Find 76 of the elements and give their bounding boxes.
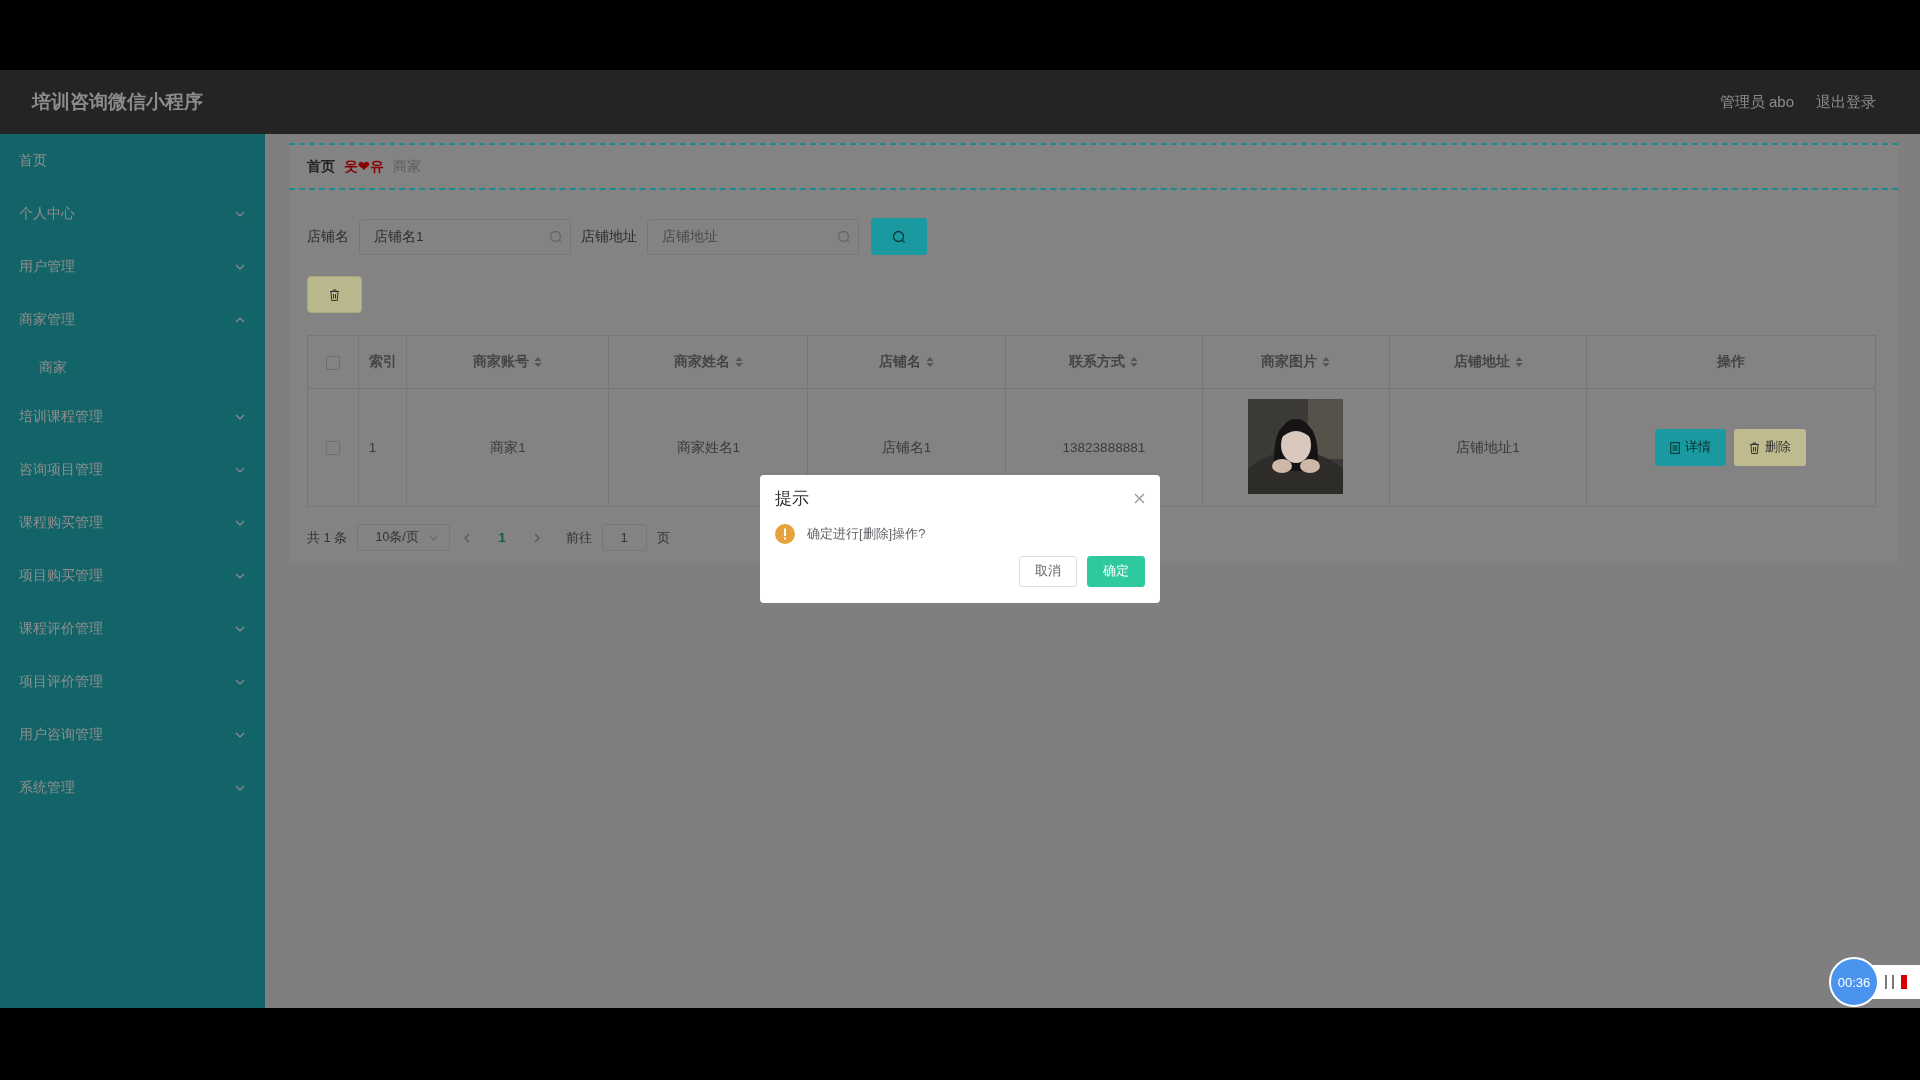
column-header: 商家姓名 <box>673 353 730 371</box>
chevron-down-icon <box>235 784 245 791</box>
sidebar-item[interactable]: 用户咨询管理 <box>0 708 265 761</box>
chevron-down-icon <box>235 519 245 526</box>
sidebar-item[interactable]: 项目购买管理 <box>0 549 265 602</box>
page-suffix: 页 <box>656 528 670 547</box>
delete-button[interactable] <box>307 276 362 313</box>
table-cell: 商家1 <box>490 439 526 455</box>
column-header: 操作 <box>1717 353 1745 371</box>
sidebar-item[interactable]: 系统管理 <box>0 761 265 814</box>
column-header: 店铺地址 <box>1453 353 1510 371</box>
chevron-down-icon <box>235 466 245 473</box>
sidebar-item[interactable]: 咨询项目管理 <box>0 443 265 496</box>
table-cell: 13823888881 <box>1062 440 1146 455</box>
sidebar-item[interactable]: 课程购买管理 <box>0 496 265 549</box>
chevron-up-icon <box>235 316 245 323</box>
sort-icon[interactable] <box>534 356 543 368</box>
close-icon[interactable] <box>1134 493 1145 504</box>
page-size-select[interactable]: 10条/页 <box>357 524 451 551</box>
column-header: 商家账号 <box>473 353 530 371</box>
chevron-down-icon <box>235 678 245 685</box>
column-header: 店铺名 <box>879 353 922 371</box>
sidebar-item[interactable]: 个人中心 <box>0 187 265 240</box>
chevron-down-icon <box>235 413 245 420</box>
breadcrumb-separator: 웃❤유 <box>344 157 384 176</box>
total-count: 共 1 条 <box>307 528 348 547</box>
confirm-button[interactable]: 确定 <box>1087 556 1145 587</box>
sidebar-item[interactable]: 培训课程管理 <box>0 390 265 443</box>
search-field[interactable]: 店铺名1 <box>359 218 571 255</box>
table-cell: 店铺名1 <box>881 439 932 455</box>
search-icon <box>892 229 906 244</box>
trash-icon <box>1749 441 1761 454</box>
table-cell: 店铺地址1 <box>1456 439 1520 455</box>
column-header: 索引 <box>368 353 397 371</box>
chevron-down-icon <box>235 572 245 579</box>
search-icon <box>837 229 851 244</box>
sidebar-item[interactable]: 首页 <box>0 134 265 187</box>
pause-icon[interactable] <box>1885 975 1895 989</box>
logout-link[interactable]: 退出登录 <box>1816 92 1876 112</box>
user-name: 管理员 abo <box>1719 92 1794 112</box>
chevron-down-icon <box>235 731 245 738</box>
warning-icon <box>775 524 795 544</box>
chevron-down-icon <box>428 534 438 541</box>
sidebar-item[interactable]: 项目评价管理 <box>0 655 265 708</box>
chevron-down-icon <box>235 210 245 217</box>
sidebar-item[interactable]: 用户管理 <box>0 240 265 293</box>
field-label: 店铺地址 <box>581 227 637 246</box>
sort-icon[interactable] <box>734 356 743 368</box>
sort-icon[interactable] <box>1322 356 1331 368</box>
chevron-down-icon <box>235 263 245 270</box>
sidebar-item[interactable]: 商家管理 <box>0 293 265 346</box>
breadcrumb-item[interactable]: 首页 <box>307 157 335 176</box>
table-cell: 1 <box>368 440 377 455</box>
search-button[interactable] <box>871 218 927 255</box>
dialog-message: 确定进行[删除]操作? <box>807 525 926 543</box>
search-icon <box>549 229 563 244</box>
detail-button[interactable]: 详情 <box>1655 429 1727 466</box>
dialog-title: 提示 <box>775 488 809 510</box>
page-number[interactable]: 1 <box>484 530 520 545</box>
field-label: 店铺名 <box>307 227 349 246</box>
trash-icon <box>329 288 340 301</box>
sort-icon[interactable] <box>1130 356 1139 368</box>
sidebar-subitem[interactable]: 商家 <box>0 346 265 390</box>
sort-icon[interactable] <box>926 356 935 368</box>
table-cell: 商家姓名1 <box>676 439 741 455</box>
goto-label: 前往 <box>565 528 592 547</box>
chevron-down-icon <box>235 625 245 632</box>
sort-icon[interactable] <box>1514 356 1523 368</box>
cancel-button[interactable]: 取消 <box>1019 556 1077 587</box>
sidebar-item[interactable]: 课程评价管理 <box>0 602 265 655</box>
page-input[interactable]: 1 <box>601 524 647 551</box>
column-header: 商家图片 <box>1261 353 1318 371</box>
app-title: 培训咨询微信小程序 <box>32 90 203 114</box>
delete-button[interactable]: 删除 <box>1734 429 1807 466</box>
document-icon <box>1670 441 1681 454</box>
column-header: 联系方式 <box>1069 353 1126 371</box>
